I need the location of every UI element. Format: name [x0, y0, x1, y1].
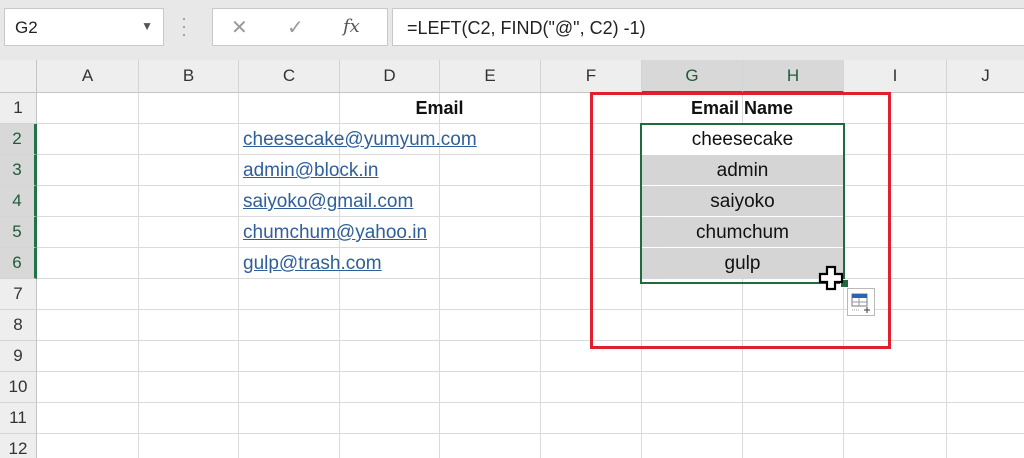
- row-header-12[interactable]: 12: [0, 434, 37, 458]
- gridline: [37, 402, 1024, 403]
- cell-c5-email-link[interactable]: chumchum@yahoo.in: [238, 217, 427, 248]
- row-header-11[interactable]: 11: [0, 403, 37, 434]
- cell-c2-email-link[interactable]: cheesecake@yumyum.com: [238, 124, 477, 155]
- quick-analysis-icon[interactable]: [847, 288, 875, 316]
- spreadsheet-grid[interactable]: A B C D E F G H I J 1 2 3 4 5 6 7 8 9 10…: [0, 60, 1024, 458]
- column-header-c[interactable]: C: [239, 60, 340, 93]
- column-header-a[interactable]: A: [37, 60, 139, 93]
- column-header-f[interactable]: F: [541, 60, 642, 93]
- gridline: [946, 93, 947, 458]
- formula-bar: G2 ▼ · · · ✕ ✓ fx =LEFT(C2, FIND("@", C2) …: [0, 0, 1024, 60]
- column-header-g[interactable]: G: [642, 60, 743, 93]
- cancel-icon[interactable]: ✕: [231, 15, 248, 40]
- formula-buttons: ✕ ✓ fx: [212, 8, 388, 46]
- cell-c4-email-link[interactable]: saiyoko@gmail.com: [238, 186, 413, 217]
- name-box[interactable]: G2 ▼: [4, 8, 164, 46]
- row-header-3[interactable]: 3: [0, 155, 37, 186]
- chevron-down-icon[interactable]: ▼: [141, 19, 153, 33]
- plus-cursor-icon: [818, 265, 844, 291]
- grip-dots-icon[interactable]: · · ·: [181, 9, 187, 43]
- insert-function-icon[interactable]: fx: [343, 16, 360, 37]
- quick-analysis-glyph: [851, 293, 870, 313]
- column-header-b[interactable]: B: [139, 60, 239, 93]
- row-header-7[interactable]: 7: [0, 279, 37, 310]
- row-header-5[interactable]: 5: [0, 217, 37, 248]
- row-header-8[interactable]: 8: [0, 310, 37, 341]
- cell-d1-email-header[interactable]: Email: [339, 93, 540, 124]
- row-header-2[interactable]: 2: [0, 124, 37, 155]
- cell-c3-email-link[interactable]: admin@block.in: [238, 155, 378, 186]
- column-header-j[interactable]: J: [947, 60, 1024, 93]
- select-all-corner[interactable]: [0, 60, 37, 93]
- gridline: [37, 433, 1024, 434]
- gridline: [138, 93, 139, 458]
- formula-input[interactable]: =LEFT(C2, FIND("@", C2) -1): [392, 8, 1024, 46]
- row-header-4[interactable]: 4: [0, 186, 37, 217]
- row-header-6[interactable]: 6: [0, 248, 37, 279]
- formula-text: =LEFT(C2, FIND("@", C2) -1): [407, 18, 646, 38]
- check-icon[interactable]: ✓: [287, 15, 304, 40]
- row-header-9[interactable]: 9: [0, 341, 37, 372]
- row-header-10[interactable]: 10: [0, 372, 37, 403]
- column-header-h[interactable]: H: [743, 60, 844, 93]
- name-box-value: G2: [15, 18, 38, 37]
- gridline: [540, 93, 541, 458]
- column-header-i[interactable]: I: [844, 60, 947, 93]
- gridline: [37, 371, 1024, 372]
- cell-c6-email-link[interactable]: gulp@trash.com: [238, 248, 382, 279]
- column-header-e[interactable]: E: [440, 60, 541, 93]
- column-header-d[interactable]: D: [340, 60, 440, 93]
- row-header-1[interactable]: 1: [0, 93, 37, 124]
- highlight-annotation-box: [590, 92, 891, 349]
